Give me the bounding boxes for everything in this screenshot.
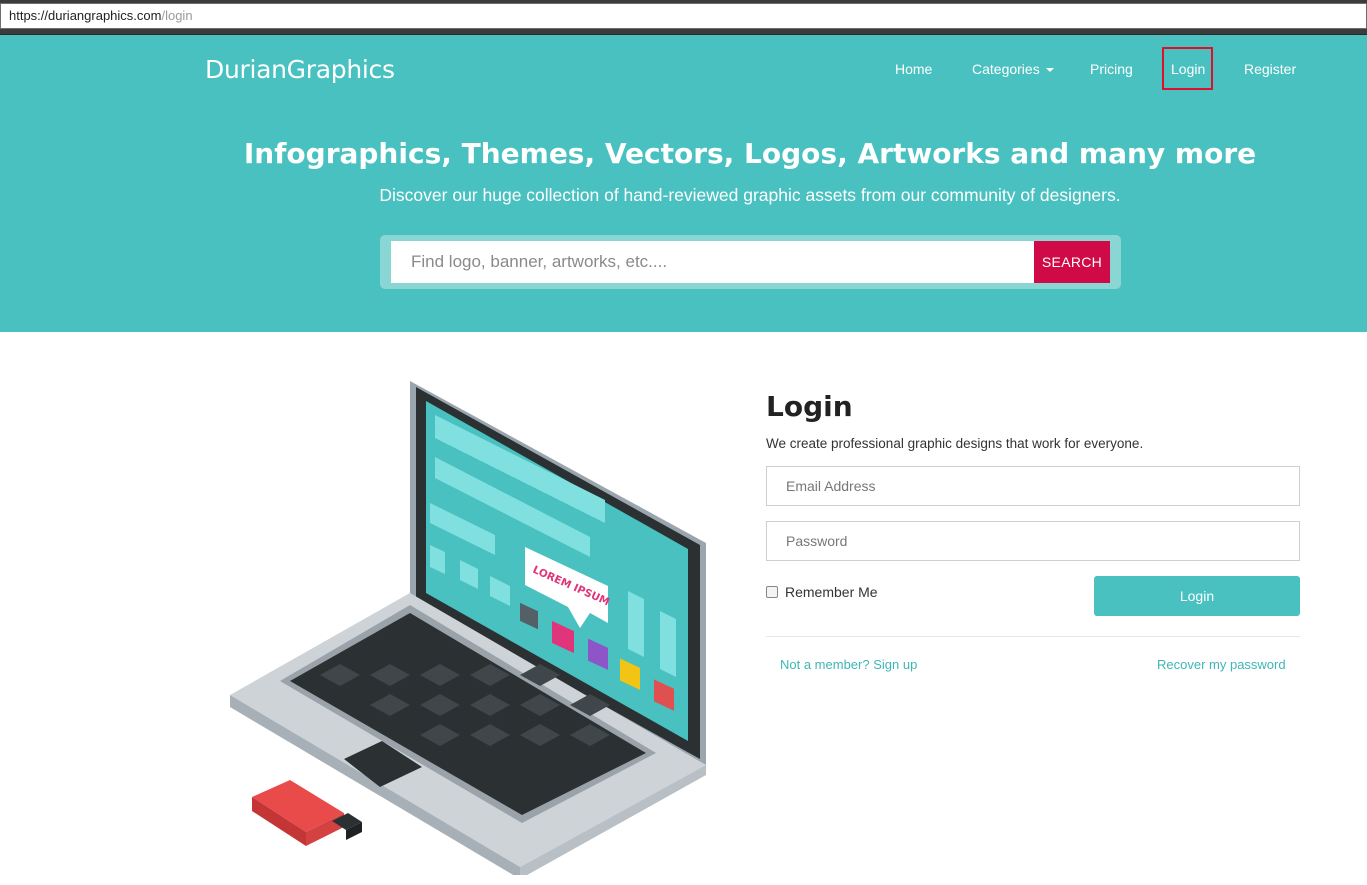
url-path: /login [161,8,193,23]
password-field[interactable] [766,521,1300,561]
email-field[interactable] [766,466,1300,506]
login-title: Login [766,390,853,423]
login-submit-button[interactable]: Login [1094,576,1300,616]
laptop-illustration: LOREM IPSUM [230,381,706,875]
caret-down-icon [1045,68,1054,73]
nav-categories-label: Categories [972,61,1040,77]
url-host: https://duriangraphics.com [9,8,162,23]
nav-pricing[interactable]: Pricing [1090,58,1133,80]
nav-home[interactable]: Home [895,58,932,80]
remember-me-control[interactable]: Remember Me [766,584,878,600]
site-logo[interactable]: DurianGraphics [205,52,395,88]
recover-password-link[interactable]: Recover my password [1157,656,1286,674]
hero-title: Infographics, Themes, Vectors, Logos, Ar… [243,137,1257,170]
login-description: We create professional graphic designs t… [766,436,1144,451]
remember-me-label: Remember Me [785,584,878,600]
url-field[interactable]: https://duriangraphics.com/login [0,3,1367,29]
nav-categories[interactable]: Categories [972,58,1054,80]
signup-link[interactable]: Not a member? Sign up [780,656,917,674]
login-highlight-box [1162,47,1213,90]
search-button[interactable]: SEARCH [1034,241,1110,283]
form-divider [766,636,1300,637]
browser-address-bar: https://duriangraphics.com/login [0,0,1367,35]
search-input[interactable] [391,241,1035,283]
remember-me-checkbox[interactable] [766,586,778,598]
hero-subtitle: Discover our huge collection of hand-rev… [379,185,1121,205]
nav-register[interactable]: Register [1244,58,1296,80]
